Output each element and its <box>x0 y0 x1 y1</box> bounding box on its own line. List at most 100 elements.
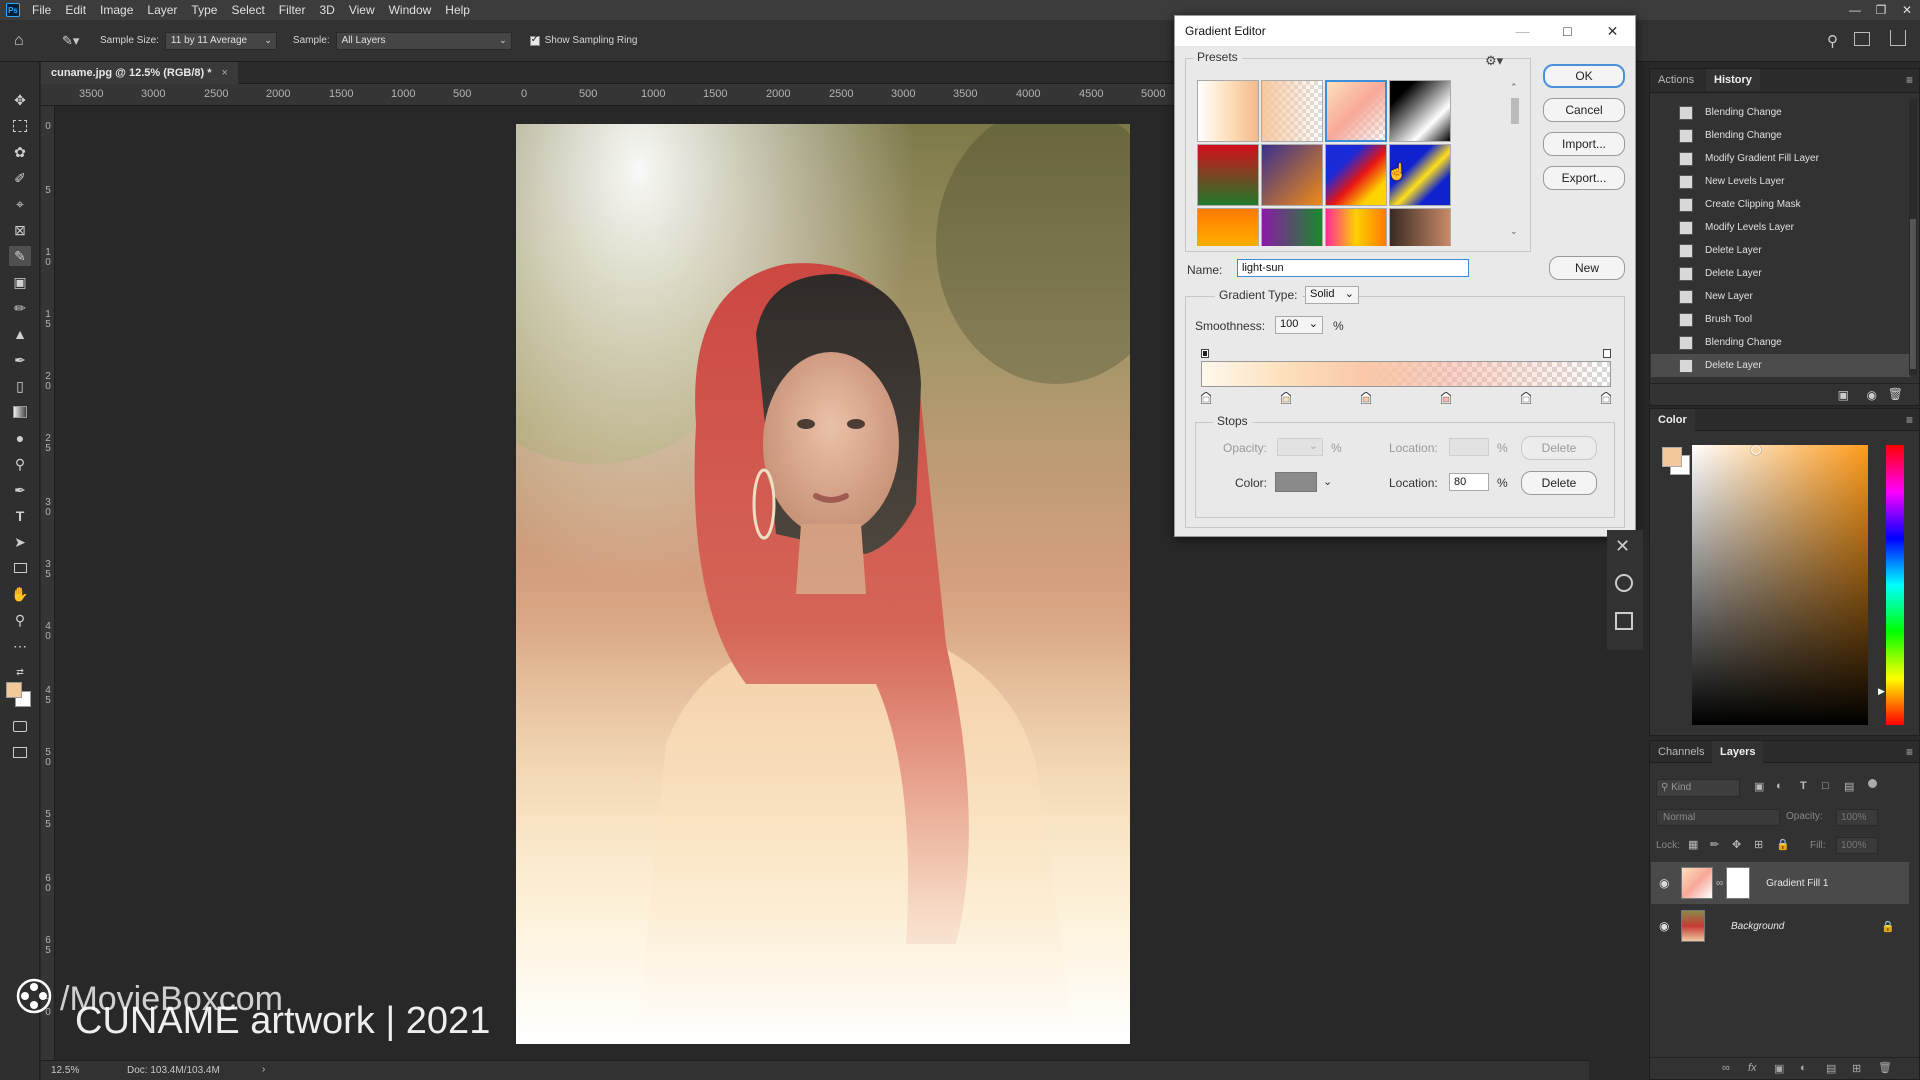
menu-type[interactable]: Type <box>184 0 224 20</box>
preset-swatch[interactable] <box>1197 208 1259 246</box>
history-item[interactable]: Modify Levels Layer <box>1651 216 1910 239</box>
layer-fill-input[interactable]: 100% <box>1836 837 1878 854</box>
lock-position-icon[interactable]: ✥ <box>1732 838 1741 851</box>
gear-icon[interactable]: ⚙▾ <box>1485 53 1503 69</box>
path-selection-tool-icon[interactable]: ➤ <box>9 532 31 552</box>
color-stop[interactable] <box>1361 392 1371 404</box>
presets-scrollbar[interactable]: ⌃ ⌄ <box>1509 82 1521 242</box>
preset-swatch[interactable] <box>1197 80 1259 142</box>
history-item[interactable]: New Layer <box>1651 285 1910 308</box>
properties-icon[interactable] <box>1615 612 1633 630</box>
preset-swatch[interactable] <box>1261 208 1323 246</box>
blend-mode-select[interactable]: Normal <box>1656 809 1780 826</box>
menu-select[interactable]: Select <box>224 0 271 20</box>
new-button[interactable]: New <box>1549 256 1625 280</box>
import-button[interactable]: Import... <box>1543 132 1625 156</box>
menu-layer[interactable]: Layer <box>140 0 184 20</box>
lock-artboard-icon[interactable]: ⊞ <box>1754 838 1763 851</box>
foreground-color-swatch[interactable] <box>6 682 22 698</box>
camera-icon[interactable]: ◉ <box>1867 388 1877 402</box>
minimize-icon[interactable]: — <box>1842 3 1868 17</box>
preset-swatch[interactable] <box>1261 80 1323 142</box>
sample-size-select[interactable]: 11 by 11 Average ⌄ <box>164 31 277 50</box>
history-item[interactable]: Blending Change <box>1651 331 1910 354</box>
color-stop[interactable] <box>1201 392 1211 404</box>
filter-smart-object-icon[interactable]: ▤ <box>1844 780 1854 793</box>
hue-slider-marker-icon[interactable]: ▶ <box>1878 686 1885 697</box>
blur-tool-icon[interactable]: ● <box>9 428 31 448</box>
color-location-input[interactable] <box>1449 473 1489 491</box>
filter-toggle-icon[interactable] <box>1868 779 1877 788</box>
history-brush-tool-icon[interactable]: ✒ <box>9 350 31 370</box>
opacity-stop[interactable] <box>1201 349 1209 358</box>
lock-all-icon[interactable]: 🔒 <box>1776 838 1790 851</box>
eye-icon[interactable]: ◉ <box>1659 876 1675 890</box>
export-button[interactable]: Export... <box>1543 166 1625 190</box>
saturation-brightness-field[interactable] <box>1692 445 1868 725</box>
history-item[interactable]: Modify Gradient Fill Layer <box>1651 147 1910 170</box>
hand-tool-icon[interactable]: ✋ <box>9 584 31 604</box>
sample-select[interactable]: All Layers ⌄ <box>335 31 512 50</box>
menu-view[interactable]: View <box>342 0 382 20</box>
history-item[interactable]: Delete Layer <box>1651 239 1910 262</box>
history-item[interactable]: Brush Tool <box>1651 308 1910 331</box>
chevron-down-icon[interactable]: ⌄ <box>1323 475 1332 488</box>
document-tab[interactable]: cuname.jpg @ 12.5% (RGB/8) * × <box>41 62 238 84</box>
layer-mask-thumbnail[interactable] <box>1726 867 1751 899</box>
panel-menu-icon[interactable]: ≡ <box>1906 413 1913 427</box>
show-sampling-ring-checkbox[interactable]: ✓ <box>529 34 540 46</box>
type-tool-icon[interactable]: T <box>9 506 31 526</box>
link-icon[interactable]: ∞ <box>1716 878 1723 889</box>
color-stop[interactable] <box>1441 392 1451 404</box>
home-icon[interactable]: ⌂ <box>14 32 42 50</box>
adjustment-layer-icon[interactable]: ◐ <box>1800 1062 1807 1074</box>
opacity-input[interactable]: ⌄ <box>1277 438 1323 456</box>
chevron-right-icon[interactable]: › <box>262 1064 265 1075</box>
delete-color-stop-button[interactable]: Delete <box>1521 471 1597 495</box>
preset-swatch[interactable] <box>1197 144 1259 206</box>
marquee-tool-icon[interactable] <box>9 116 31 136</box>
close-icon[interactable]: ✕ <box>1894 3 1920 17</box>
zoom-level[interactable]: 12.5% <box>51 1065 79 1076</box>
menu-image[interactable]: Image <box>93 0 140 20</box>
swap-colors-icon[interactable]: ⇄ <box>9 662 31 682</box>
history-item[interactable]: Delete Layer <box>1651 354 1910 377</box>
eyedropper-tool-icon[interactable]: ✎ <box>9 246 31 266</box>
history-item[interactable]: Create Clipping Mask <box>1651 193 1910 216</box>
tab-color[interactable]: Color <box>1650 409 1695 431</box>
rectangle-tool-icon[interactable] <box>9 558 31 578</box>
eraser-tool-icon[interactable]: ▯ <box>9 376 31 396</box>
lock-icon[interactable]: 🔒 <box>1881 920 1895 933</box>
screen-mode-icon[interactable] <box>9 742 31 762</box>
menu-edit[interactable]: Edit <box>58 0 93 20</box>
panel-menu-icon[interactable]: ≡ <box>1906 73 1913 87</box>
more-tools-icon[interactable]: ⋯ <box>9 636 31 656</box>
close-x-icon[interactable]: ✕ <box>1615 536 1630 557</box>
link-layers-icon[interactable]: ∞ <box>1722 1062 1730 1074</box>
lock-pixels-icon[interactable]: ✏ <box>1710 838 1719 851</box>
stop-color-swatch[interactable] <box>1275 472 1317 492</box>
panel-menu-icon[interactable]: ≡ <box>1906 745 1913 759</box>
quick-select-tool-icon[interactable]: ✐ <box>9 168 31 188</box>
opacity-location-input[interactable] <box>1449 438 1489 456</box>
new-document-from-state-icon[interactable]: ▣ <box>1838 388 1849 402</box>
eye-icon[interactable]: ◉ <box>1659 919 1675 933</box>
search-icon[interactable]: ⚲ <box>1827 32 1838 50</box>
layer-row-gradient-fill[interactable]: ◉ ∞ Gradient Fill 1 <box>1651 862 1909 904</box>
gradient-type-select[interactable]: Solid ⌄ <box>1305 286 1359 304</box>
smoothness-input[interactable]: 100 ⌄ <box>1275 316 1323 334</box>
color-stop[interactable] <box>1281 392 1291 404</box>
color-picker-ring[interactable] <box>1751 445 1761 455</box>
menu-filter[interactable]: Filter <box>272 0 313 20</box>
gradient-name-input[interactable] <box>1237 259 1469 277</box>
layer-kind-filter[interactable]: ⚲ Kind <box>1656 779 1740 797</box>
pen-tool-icon[interactable]: ✒ <box>9 480 31 500</box>
preset-swatch-selected[interactable] <box>1325 80 1387 142</box>
maximize-icon[interactable]: □ <box>1545 16 1590 46</box>
color-panel-foreground-swatch[interactable] <box>1662 447 1682 467</box>
delete-opacity-stop-button[interactable]: Delete <box>1521 436 1597 460</box>
tab-layers[interactable]: Layers <box>1712 741 1764 763</box>
crop-tool-icon[interactable]: ⌖ <box>9 194 31 214</box>
zoom-tool-icon[interactable]: ⚲ <box>9 610 31 630</box>
add-mask-icon[interactable]: ▣ <box>1774 1062 1784 1075</box>
